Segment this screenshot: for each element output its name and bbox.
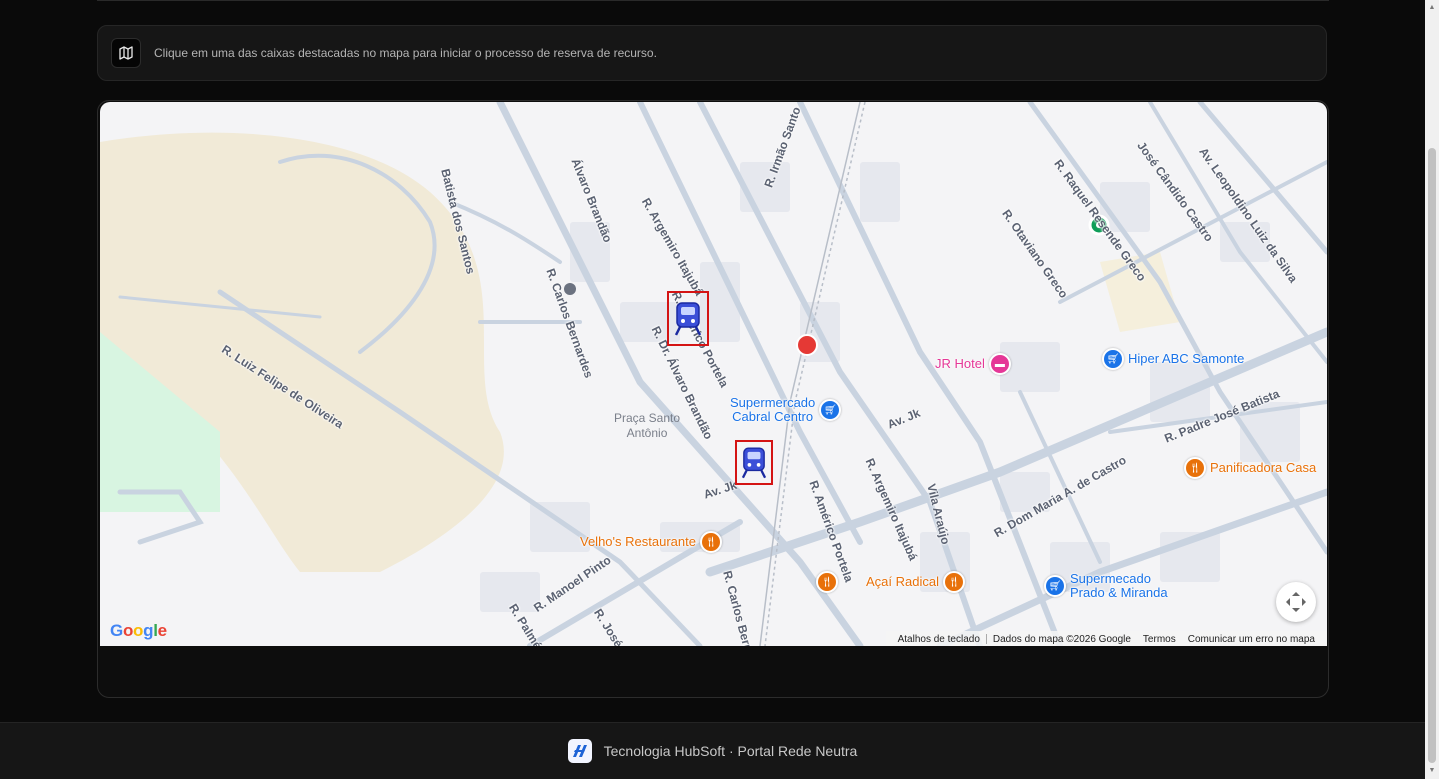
- poi-supermercado-cabral-centro[interactable]: Supermercado Cabral Centro 🛒︎: [730, 395, 842, 424]
- report-error-link[interactable]: Comunicar um erro no mapa: [1182, 634, 1321, 645]
- cart-icon: 🛒︎: [1044, 575, 1066, 597]
- poi-panificadora-casa[interactable]: 🍴︎ Panificadora Casa: [1184, 457, 1316, 479]
- page-footer: Tecnologia HubSoft · Portal Rede Neutra: [0, 722, 1425, 779]
- poi-label: Velho's Restaurante: [580, 534, 696, 549]
- restaurant-icon: 🍴︎: [1184, 457, 1206, 479]
- restaurant-icon: 🍴︎: [942, 571, 965, 593]
- restaurant-icon: 🍴︎: [699, 531, 722, 553]
- map-icon: [111, 38, 141, 68]
- fullscreen-button[interactable]: [1276, 582, 1316, 622]
- restaurant-icon: 🍴︎: [816, 571, 838, 593]
- poi-supermecado-prado-miranda[interactable]: 🛒︎ Supermecado Prado & Miranda: [1044, 572, 1168, 600]
- poi-label: JR Hotel: [935, 356, 985, 371]
- place-label: Praça Santo Antônio: [614, 411, 681, 440]
- poi-label: Açaí Radical: [866, 574, 939, 589]
- train-station-marker-2[interactable]: [735, 440, 773, 485]
- poi-label: Supermecado Prado & Miranda: [1070, 571, 1168, 600]
- poi-label: Hiper ABC Samonte: [1128, 351, 1245, 366]
- terms-link[interactable]: Termos: [1137, 634, 1182, 645]
- info-banner: Clique em uma das caixas destacadas no m…: [97, 25, 1327, 81]
- footer-text: Tecnologia HubSoft · Portal Rede Neutra: [603, 743, 858, 759]
- poi-acai-radical[interactable]: 🍴︎ Açaí Radical 🍴︎: [816, 571, 965, 593]
- train-station-marker-1[interactable]: [667, 291, 709, 346]
- scrollbar-thumb[interactable]: [1428, 148, 1436, 763]
- keyboard-shortcuts-link[interactable]: Atalhos de teclado: [892, 634, 986, 645]
- cart-icon: 🛒︎: [819, 399, 842, 421]
- poi-label: Panificadora Casa: [1210, 460, 1317, 475]
- scrollbar[interactable]: ▲ ▼: [1425, 0, 1439, 779]
- google-logo: Google: [110, 621, 167, 640]
- top-divider: [97, 0, 1329, 1]
- cart-icon: 🛒︎: [1102, 348, 1124, 370]
- map[interactable]: Batista dos Santos Álvaro Brandão R. Car…: [100, 102, 1327, 646]
- map-attribution: Atalhos de teclado Dados do mapa ©2026 G…: [885, 631, 1327, 646]
- poi-jr-hotel[interactable]: JR Hotel ▬: [935, 353, 1011, 375]
- train-icon: [675, 301, 701, 336]
- fullscreen-icon: [1286, 592, 1306, 612]
- map-card: Batista dos Santos Álvaro Brandão R. Car…: [97, 100, 1329, 698]
- map-data-attribution: Dados do mapa ©2026 Google: [992, 633, 1131, 645]
- poi-hiper-abc-samonte[interactable]: 🛒︎ Hiper ABC Samonte: [1102, 348, 1244, 370]
- poi-label: Supermercado Cabral Centro: [730, 395, 816, 424]
- scroll-down-icon[interactable]: ▼: [1428, 767, 1436, 775]
- info-message: Clique em uma das caixas destacadas no m…: [154, 46, 657, 60]
- hotel-icon: ▬: [988, 353, 1011, 375]
- poi-velhos-restaurante[interactable]: Velho's Restaurante 🍴︎: [580, 531, 722, 553]
- train-icon: [742, 447, 766, 478]
- hubsoft-logo-icon: [567, 739, 592, 763]
- scroll-up-icon[interactable]: ▲: [1428, 4, 1436, 12]
